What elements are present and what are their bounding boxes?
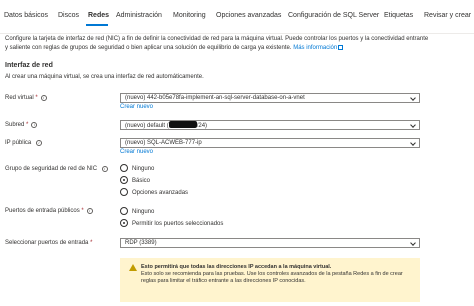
info-icon[interactable]: i (35, 140, 42, 146)
subnet-select[interactable]: (nuevo) default (/24) (120, 120, 420, 130)
networking-description: Configure la tarjeta de interfaz de red … (5, 35, 430, 53)
select-ports-dropdown[interactable]: RDP (3389) (120, 238, 420, 248)
nsg-label: Grupo de seguridad de red de NIC i (5, 166, 108, 172)
warning-banner: Esto permitirá que todas las direcciones… (120, 258, 420, 302)
external-link-icon (338, 45, 344, 50)
active-tab-indicator (86, 24, 108, 26)
nsg-option-none[interactable]: Ninguno (120, 164, 154, 172)
tab-sql-server[interactable]: Configuración de SQL Server (288, 12, 379, 19)
description-text: Configure la tarjeta de interfaz de red … (5, 36, 429, 51)
tab-monitoring[interactable]: Monitoring (173, 12, 206, 19)
inbound-ports-label: Puertos de entrada públicos * i (5, 208, 93, 214)
tab-bar: Datos básicos Discos Redes Administració… (0, 0, 474, 34)
section-note: Al crear una máquina virtual, se crea un… (5, 74, 204, 80)
chevron-down-icon (410, 240, 416, 246)
warning-text: Esto permitirá que todas las direcciones… (141, 264, 403, 284)
more-info-link[interactable]: Más información (293, 45, 344, 51)
info-icon[interactable]: i (86, 208, 93, 214)
select-ports-label: Seleccionar puertos de entrada * (5, 240, 93, 246)
nsg-option-basic[interactable]: Básico (120, 176, 150, 184)
public-ip-select[interactable]: (nuevo) SQL-ACWEB-777-ip (120, 138, 420, 148)
redacted-mark (168, 121, 197, 128)
tab-discos[interactable]: Discos (58, 12, 79, 19)
info-icon[interactable]: i (101, 166, 108, 172)
vnet-create-link[interactable]: Crear nuevo (120, 104, 153, 110)
radio-button[interactable] (120, 207, 128, 215)
tab-datos-basicos[interactable]: Datos básicos (4, 12, 48, 19)
info-icon[interactable]: i (40, 95, 47, 101)
radio-button-checked[interactable] (120, 219, 128, 227)
radio-button[interactable] (120, 164, 128, 172)
chevron-down-icon (410, 140, 416, 146)
inbound-option-allow[interactable]: Permitir los puertos seleccionados (120, 219, 223, 227)
radio-button-checked[interactable] (120, 176, 128, 184)
warning-icon (129, 264, 137, 271)
tab-administracion[interactable]: Administración (116, 12, 162, 19)
radio-button[interactable] (120, 188, 128, 196)
nsg-option-advanced[interactable]: Opciones avanzadas (120, 188, 188, 196)
vnet-label: Red virtual * i (5, 95, 47, 101)
subnet-label: Subred * i (5, 122, 38, 128)
tab-opciones-avanzadas[interactable]: Opciones avanzadas (216, 12, 281, 19)
tab-etiquetas[interactable]: Etiquetas (384, 12, 413, 19)
chevron-down-icon (410, 95, 416, 101)
public-ip-label: IP pública i (5, 140, 42, 146)
chevron-down-icon (410, 122, 416, 128)
section-title: Interfaz de red (5, 62, 53, 69)
public-ip-create-link[interactable]: Crear nuevo (120, 149, 153, 155)
inbound-option-none[interactable]: Ninguno (120, 207, 154, 215)
info-icon[interactable]: i (31, 122, 38, 128)
tab-redes[interactable]: Redes (88, 12, 109, 19)
vnet-select[interactable]: (nuevo) 442-b05e78fa-implement-an-sql-se… (120, 93, 420, 103)
tab-revisar-crear[interactable]: Revisar y crear (424, 12, 471, 19)
